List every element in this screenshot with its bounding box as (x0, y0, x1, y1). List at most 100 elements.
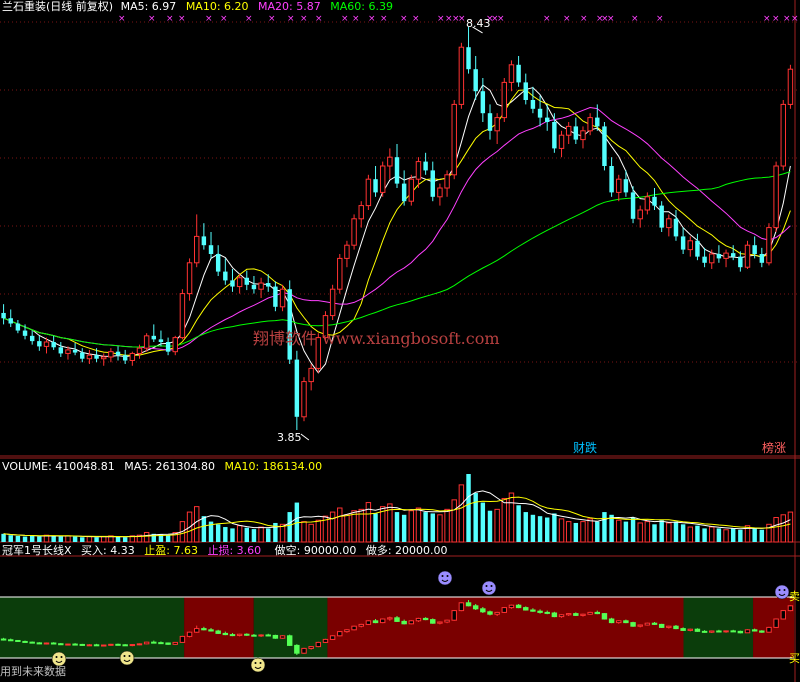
ma60-line (3, 171, 791, 348)
volume-bar-up (365, 502, 372, 543)
indicator-header: 冠军1号长线X 买入: 4.33 止盈: 7.63 止损: 3.60 做空: 9… (2, 544, 448, 557)
indicator-candle-body (515, 604, 522, 609)
buy-smiley-icon-eye (259, 662, 262, 664)
indicator-candle-body (451, 610, 457, 621)
candle-body-up (258, 282, 264, 290)
indicator-candle-body (29, 641, 35, 644)
signal-mark-icon: × (178, 14, 186, 24)
indicator-candle-body (558, 614, 565, 618)
signal-mark-icon: × (368, 14, 376, 24)
candle-body-up (744, 244, 751, 268)
indicator-candle-body (565, 613, 572, 616)
indicator-candle-body (415, 617, 422, 622)
indicator-candle-body (701, 630, 708, 633)
sell-ghost-icon (437, 570, 453, 586)
candle-body-down (516, 64, 521, 83)
signal-mark-icon: × (607, 14, 615, 24)
volume-ma5: MA5: 261304.80 (124, 460, 215, 473)
candle-body-up (143, 335, 150, 349)
indicator-candle-body (394, 617, 400, 622)
indicator-candle-body (108, 643, 114, 646)
indicator-candle-body (122, 644, 128, 647)
indicator-candle-body (351, 625, 357, 631)
stock-title: 兰石重装(日线 前复权) (2, 0, 114, 13)
signal-mark-icon: × (458, 14, 466, 24)
volume-bar-up (329, 511, 336, 543)
indicator-candle-body (580, 613, 586, 616)
indicator-zone (184, 597, 254, 658)
candle-body-up (65, 349, 71, 354)
volume-bar-up (644, 521, 651, 543)
indicator-candle-body (551, 612, 558, 618)
volume-bar-up (308, 523, 314, 543)
candle-body-up (86, 354, 93, 360)
volume-bar-down (716, 528, 722, 542)
candle-body-down (759, 254, 765, 263)
candle-body-up (458, 46, 465, 105)
volume-bar-down (680, 524, 686, 542)
volume-bar-up (337, 507, 343, 543)
volume-bar-down (223, 527, 228, 542)
candle-body-down (487, 113, 493, 131)
volume-bar-down (165, 535, 171, 542)
indicator-candle-body (179, 635, 186, 643)
candle-body-down (373, 179, 378, 193)
volume-bar-down (623, 521, 629, 542)
indicator-candle-body (15, 639, 21, 642)
indicator-candle-body (344, 629, 350, 633)
volume-bar-up (258, 526, 264, 543)
indicator-zone (253, 597, 328, 658)
candle-body-up (723, 252, 729, 259)
candle-body-up (644, 196, 651, 211)
candle-body-down (680, 236, 686, 250)
candle-body-down (652, 196, 657, 206)
indicator-candle-body (165, 642, 171, 645)
indicator-candle-body (65, 643, 71, 646)
indicator-candle-body (716, 630, 722, 633)
indicator-candle-body (773, 618, 779, 628)
candle-body-up (780, 103, 786, 167)
candle-body-up (279, 288, 286, 308)
candle-body-down (165, 342, 171, 352)
indicator-candle-body (251, 634, 257, 637)
candle-body-down (430, 170, 435, 197)
candle-body-down (537, 108, 543, 118)
volume-bar-up (565, 521, 572, 543)
volume-bar-up (301, 521, 307, 543)
indicator-candle-body (780, 610, 786, 620)
indicator-candle-body (0, 638, 7, 641)
volume-ma10: MA10: 186134.00 (224, 460, 323, 473)
candle-body-up (709, 253, 715, 264)
candle-body-down (244, 277, 250, 285)
volume-bar-down (15, 535, 21, 542)
volume-bar-down (287, 512, 292, 542)
indicator-candle-body (229, 634, 236, 637)
candle-body-down (630, 192, 636, 219)
indicator-candle-body (329, 635, 336, 640)
indicator-candle-body (651, 622, 658, 625)
candle-body-down (151, 335, 157, 340)
low-price-label: 3.85 (277, 431, 302, 444)
volume-bar-up (580, 521, 586, 543)
candle-body-down (394, 157, 400, 184)
indicator-zone (0, 597, 185, 658)
indicator-candle-body (666, 625, 672, 628)
volume-bar-down (37, 536, 42, 542)
candle-body-down (738, 256, 743, 268)
indicator-candle-body (193, 628, 200, 633)
indicator-candle-body (465, 602, 472, 607)
volume-bar-up (508, 492, 515, 543)
candle-body-down (72, 349, 78, 353)
indicator-name: 冠军1号长线X (2, 544, 72, 557)
indicator-candle-body (22, 640, 28, 643)
indicator-candle-body (244, 633, 250, 636)
indicator-candle-body (787, 605, 794, 612)
buy-smiley-icon-eye (60, 656, 63, 658)
volume-bar-up (780, 514, 786, 543)
indicator-candle-body (658, 623, 665, 628)
volume-bar-up (101, 536, 107, 543)
volume-bar-down (266, 528, 271, 542)
candle-body-down (523, 82, 528, 100)
indicator-candle-body (616, 620, 622, 624)
indicator-candle-body (694, 628, 701, 632)
